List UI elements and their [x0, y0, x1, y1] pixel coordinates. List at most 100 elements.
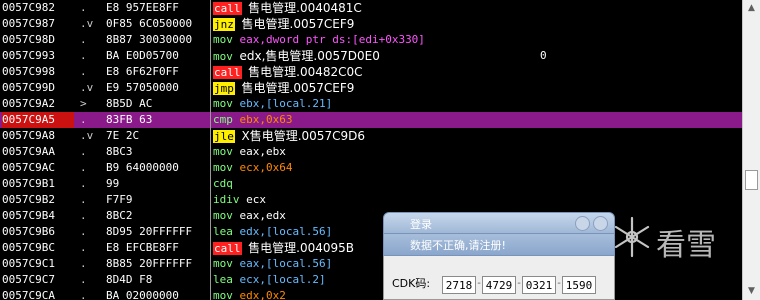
cdk-field-4[interactable] — [562, 276, 596, 294]
cdk-field-2[interactable] — [482, 276, 516, 294]
login-dialog: 登录 数据不正确,请注册! CDK码: - - - — [383, 212, 615, 300]
mnemonic: idiv — [213, 193, 240, 206]
cdk-field-1[interactable] — [442, 276, 476, 294]
mnemonic: cdq — [213, 177, 233, 190]
disasm-row[interactable]: 0057C99D .v E9 57050000 jmp 售电管理.0057CEF9 — [0, 80, 742, 96]
jump-marker: . — [80, 257, 87, 270]
jump-marker: . — [80, 113, 87, 126]
mnemonic: mov — [213, 209, 233, 222]
disasm-row[interactable]: 0057C9B1. 99 cdq — [0, 176, 742, 192]
error-message: 数据不正确,请注册! — [410, 239, 506, 252]
column-divider — [210, 0, 211, 16]
operand: X售电管理.0057C9D6 — [241, 129, 365, 143]
mnemonic: call — [213, 242, 242, 255]
disasm-row[interactable]: 0057C9A2 >8B5D AC mov ebx,[local.21] — [0, 96, 742, 112]
mnemonic: jmp — [213, 82, 235, 95]
disasm-row[interactable]: 0057C998. E8 6F62F0FF call 售电管理.00482C0C — [0, 64, 742, 80]
address: 0057C9A5 — [2, 112, 74, 128]
scroll-up-icon[interactable]: ▲ — [743, 0, 760, 17]
cdk-field-3[interactable] — [522, 276, 556, 294]
operand: edx,0x2 — [239, 289, 286, 300]
column-divider — [210, 16, 211, 32]
mnemonic: lea — [213, 273, 233, 286]
disasm-row[interactable]: 0057C9CA. BA 02000000 mov edx,0x2 — [0, 288, 742, 300]
disasm-row[interactable]: 0057C9AA. 8BC3 mov eax,ebx — [0, 144, 742, 160]
address: 0057C98D — [2, 33, 55, 46]
address: 0057C9C7 — [2, 273, 55, 286]
column-divider — [210, 160, 211, 176]
address: 0057C9AC — [2, 161, 55, 174]
hex-bytes: 7E 2C — [106, 129, 140, 142]
hex-bytes: E8 6F62F0FF — [106, 65, 179, 78]
column-divider — [210, 272, 211, 288]
operand: ebx,[local.21] — [239, 97, 333, 110]
hex-bytes: E9 57050000 — [106, 81, 179, 94]
hex-bytes: 8D95 20FFFFFF — [106, 225, 193, 238]
jump-marker: .v — [80, 81, 94, 94]
address: 0057C9BC — [2, 241, 55, 254]
column-divider — [210, 224, 211, 240]
close-icon[interactable] — [593, 216, 608, 231]
address: 0057C993 — [2, 49, 55, 62]
minimize-icon[interactable] — [575, 216, 590, 231]
instruction: mov ecx,0x64 — [213, 160, 533, 176]
hex-bytes: 8B85 20FFFFFF — [106, 257, 193, 270]
column-divider — [210, 112, 211, 128]
disasm-row[interactable]: 0057C9B2. F7F9 idiv ecx — [0, 192, 742, 208]
snowflake-icon — [614, 216, 650, 258]
mnemonic: cmp — [213, 113, 233, 126]
disasm-row[interactable]: 0057C98D. 8B87 30030000 mov eax,dword ptr … — [0, 32, 742, 48]
hex-bytes: 8BC2 — [106, 209, 133, 222]
address: 0057C99D — [2, 81, 55, 94]
instruction: jmp 售电管理.0057CEF9 — [213, 80, 533, 97]
hex-bytes: E8 957EE8FF — [106, 1, 179, 14]
disasm-row[interactable]: 0057C9A5. 83FB 63 cmp ebx,0x63 — [0, 112, 742, 128]
operand: edx,售电管理.0057D0E0 — [239, 49, 380, 63]
jump-marker: .v — [80, 17, 94, 30]
column-divider — [210, 208, 211, 224]
jump-marker: . — [80, 241, 87, 254]
scrollbar-thumb[interactable] — [745, 170, 758, 190]
address: 0057C9B2 — [2, 193, 55, 206]
operand: 售电管理.00482C0C — [248, 65, 363, 79]
disasm-row[interactable]: 0057C9AC. B9 64000000 mov ecx,0x64 — [0, 160, 742, 176]
hex-bytes: E8 EFCBE8FF — [106, 241, 179, 254]
instruction: mov eax,ebx — [213, 144, 533, 160]
column-divider — [210, 96, 211, 112]
hex-bytes: 83FB 63 — [106, 113, 153, 126]
instruction: cdq — [213, 176, 533, 192]
disasm-row[interactable]: 0057C9C7. 8D4D F8 lea ecx,[local.2] — [0, 272, 742, 288]
operand: eax,edx — [239, 209, 286, 222]
operand: 售电管理.0040481C — [248, 1, 362, 15]
address: 0057C9CA — [2, 289, 55, 300]
instruction: idiv ecx — [213, 192, 533, 208]
instruction: mov eax,dword ptr ds:[edi+0x330] — [213, 32, 533, 48]
jump-marker: . — [80, 193, 87, 206]
address: 0057C987 — [2, 17, 55, 30]
disasm-row[interactable]: 0057C9A8 .v 7E 2C jle X售电管理.0057C9D6 — [0, 128, 742, 144]
column-divider — [210, 288, 211, 300]
mnemonic: jnz — [213, 18, 235, 31]
operand: 售电管理.004095B — [248, 241, 354, 255]
instruction: call 售电管理.0040481C — [213, 0, 533, 17]
disasm-row[interactable]: 0057C982. E8 957EE8FF call 售电管理.0040481C — [0, 0, 742, 16]
address: 0057C998 — [2, 65, 55, 78]
dialog-title-bar[interactable]: 登录 — [383, 212, 615, 234]
jump-marker: . — [80, 177, 87, 190]
address: 0057C9C1 — [2, 257, 55, 270]
mnemonic: call — [213, 66, 242, 79]
jump-marker: .v — [80, 129, 94, 142]
operand: ebx,0x63 — [239, 113, 293, 126]
hex-bytes: B9 64000000 — [106, 161, 179, 174]
mnemonic: mov — [213, 50, 233, 63]
operand: ecx — [246, 193, 266, 206]
dialog-body: CDK码: - - - — [383, 256, 615, 300]
mnemonic: mov — [213, 33, 233, 46]
hex-bytes: BA E0D05700 — [106, 49, 179, 62]
scroll-down-icon[interactable]: ▼ — [743, 283, 760, 300]
disasm-row[interactable]: 0057C987 .v 0F85 6C050000 jnz 售电管理.0057CEF9 — [0, 16, 742, 32]
hex-bytes: F7F9 — [106, 193, 133, 206]
hex-bytes: 8BC3 — [106, 145, 133, 158]
disasm-row[interactable]: 0057C993. BA E0D05700 mov edx,售电管理.0057D0E… — [0, 48, 742, 64]
column-divider — [210, 144, 211, 160]
